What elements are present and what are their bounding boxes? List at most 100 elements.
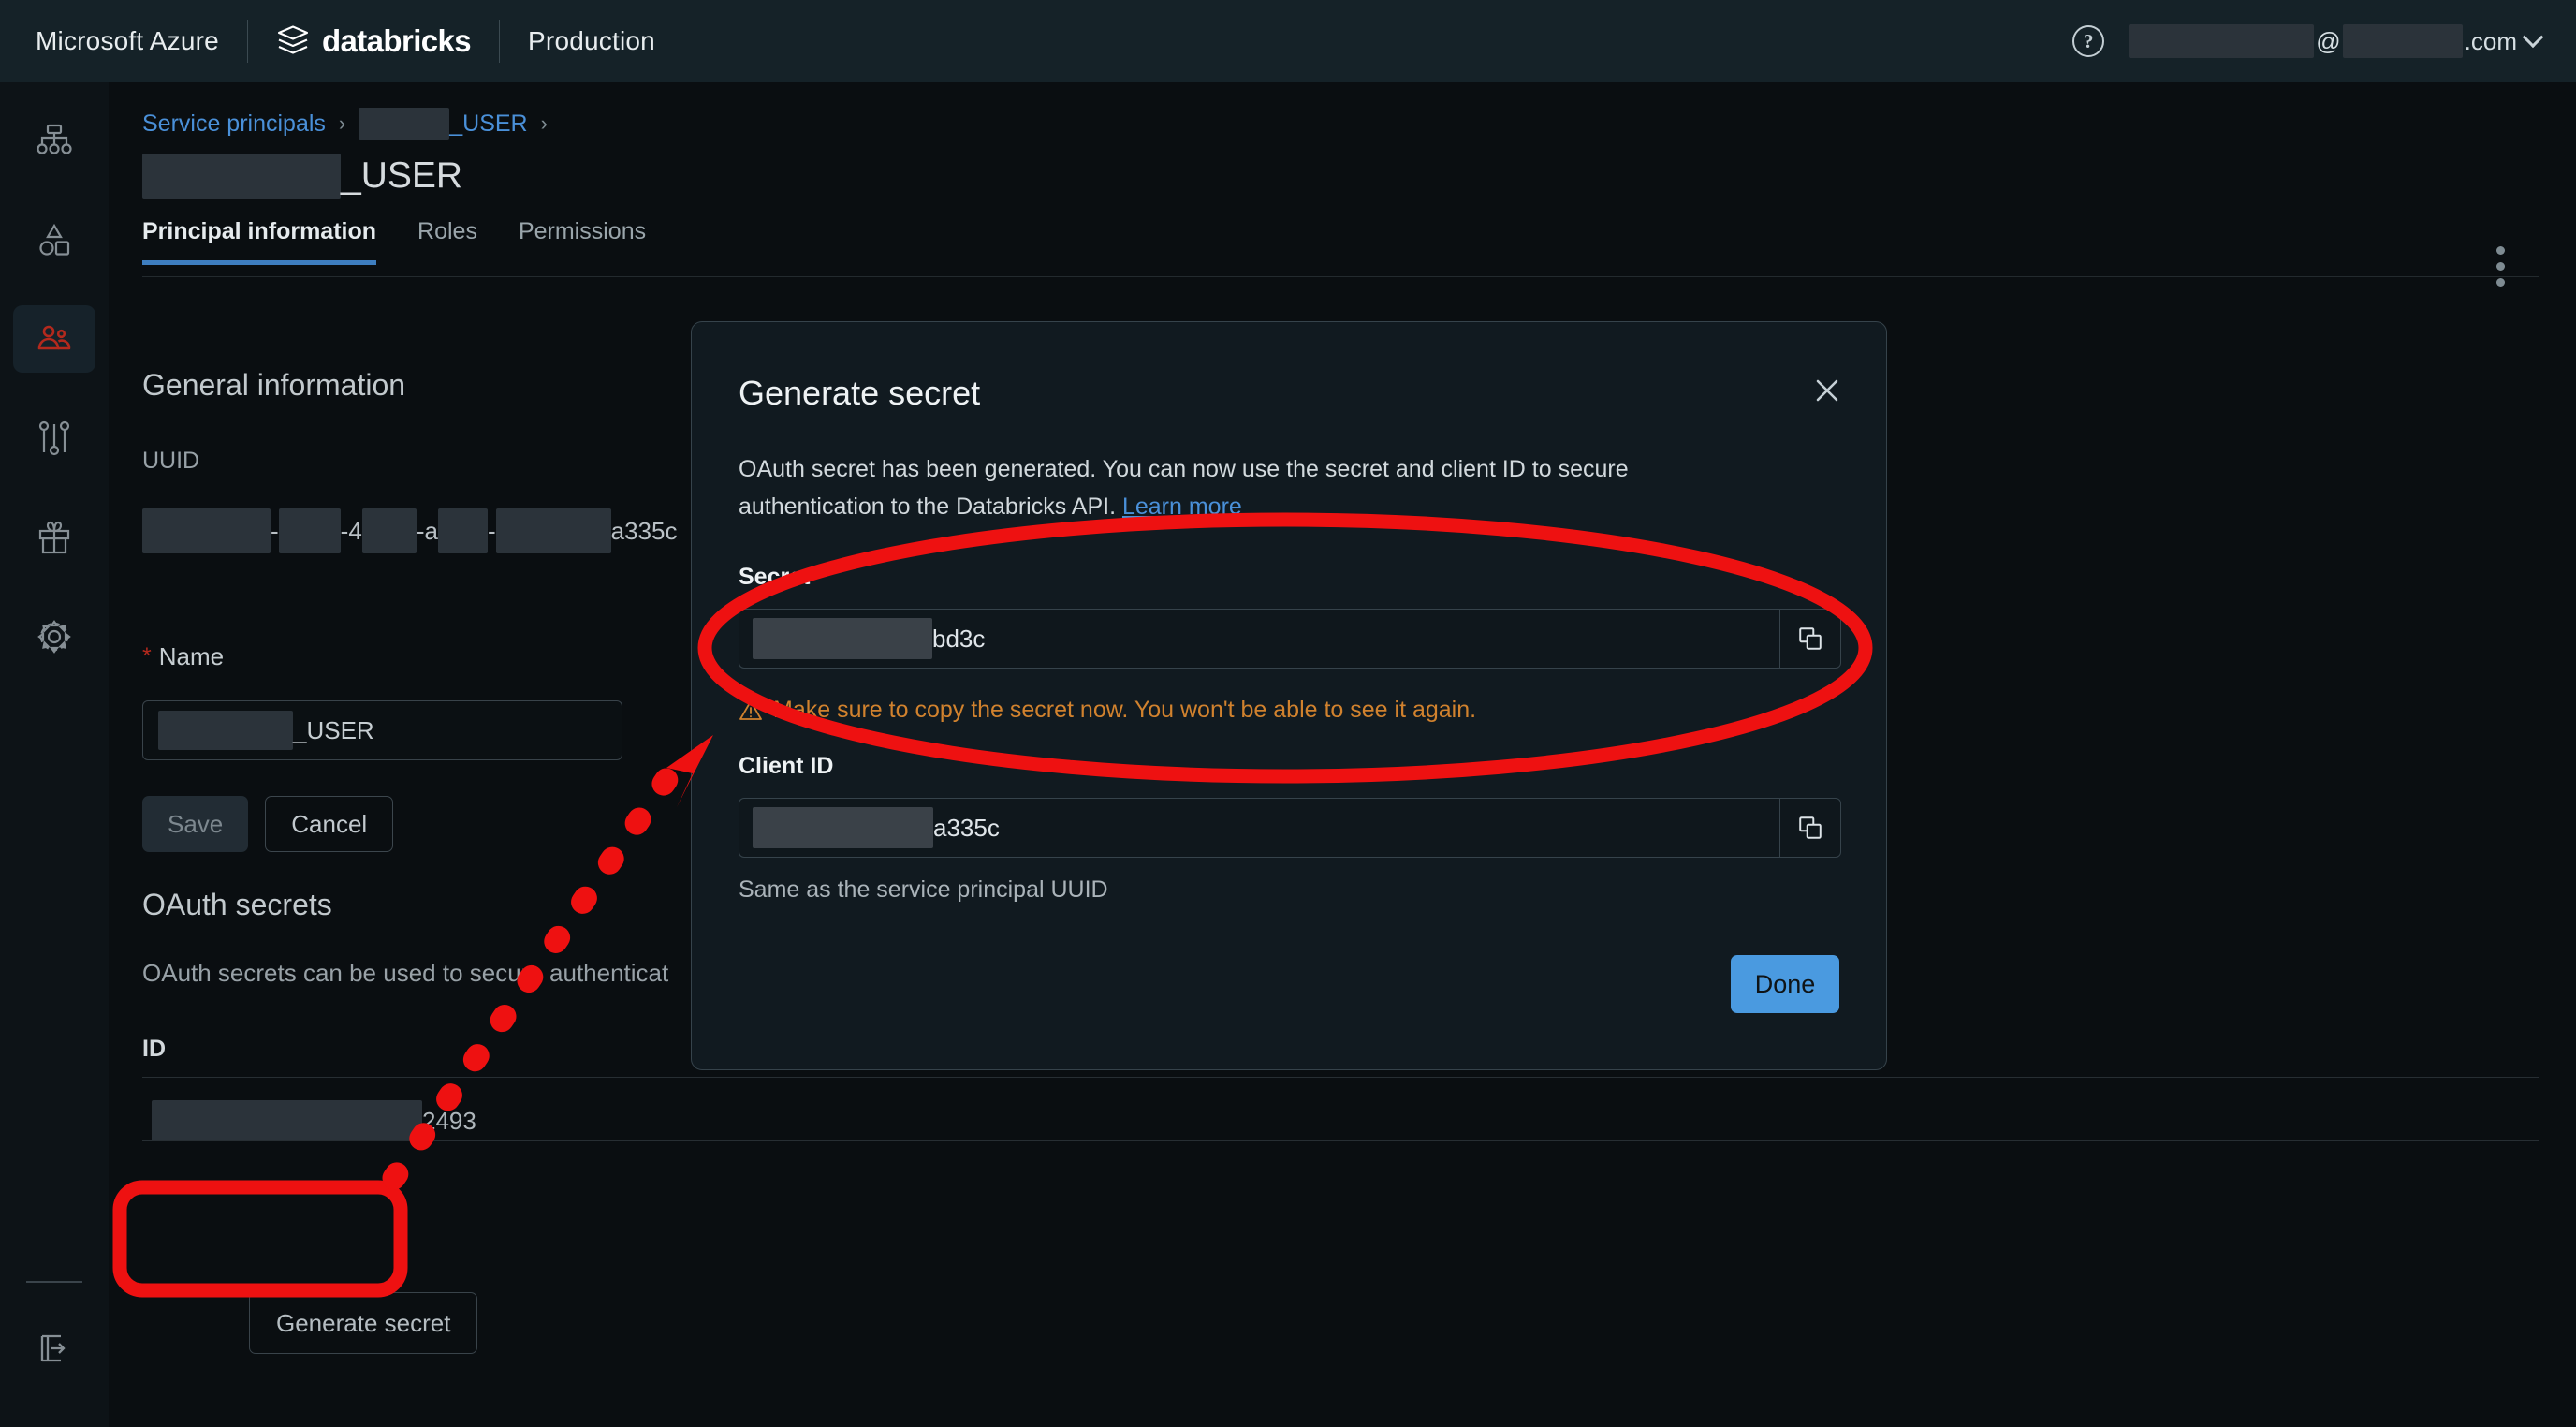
tab-roles[interactable]: Roles [417, 218, 477, 265]
breadcrumb-link-service-principals[interactable]: Service principals [142, 110, 326, 138]
uuid-label: UUID [142, 448, 200, 474]
secret-id-tail: 2493 [422, 1106, 476, 1135]
warning-triangle-icon [739, 699, 762, 720]
copy-secret-button[interactable] [1779, 609, 1841, 669]
required-asterisk: * [142, 643, 152, 669]
topbar-divider-2 [499, 20, 501, 63]
page-title-suffix: _USER [341, 155, 463, 196]
sidebar-item-rewards[interactable] [13, 504, 95, 571]
uuid-tail: a335c [610, 516, 678, 545]
table-column-header-id: ID [142, 1036, 166, 1062]
client-id-input[interactable]: a335c [739, 798, 1779, 858]
redaction-bar [753, 618, 932, 659]
uuid-fragment-a: 4 [348, 516, 362, 545]
databricks-wordmark: databricks [321, 23, 472, 58]
sidebar-item-identity[interactable] [13, 305, 95, 373]
sign-out-icon [40, 1334, 66, 1362]
breadcrumb-separator: › [540, 111, 548, 135]
redaction-bar [361, 508, 417, 553]
client-id-field-group: a335c [739, 798, 1841, 858]
form-button-row: Save Cancel [142, 796, 394, 852]
name-input[interactable]: _USER [142, 700, 622, 760]
redaction-bar [152, 1100, 422, 1141]
close-icon[interactable] [1808, 371, 1847, 410]
sidebar-item-workflows[interactable] [13, 107, 95, 174]
sidebar-item-compute-settings[interactable] [13, 405, 95, 472]
cloud-provider-label: Microsoft Azure [36, 26, 219, 55]
sidebar-item-catalog[interactable] [13, 206, 95, 273]
tab-principal-information[interactable]: Principal information [142, 218, 377, 265]
uuid-fragment-b: a [424, 516, 438, 545]
sidebar-item-settings[interactable] [13, 603, 95, 670]
account-email: @ .com [2129, 24, 2517, 58]
redaction-bar [753, 807, 933, 848]
databricks-mark-icon [277, 25, 309, 54]
breadcrumb-principal-suffix: _USER [449, 110, 528, 137]
dialog-title: Generate secret [739, 374, 981, 412]
secret-input[interactable]: bd3c [739, 609, 1779, 669]
email-at-symbol: @ [2316, 26, 2341, 55]
workflow-network-icon [37, 124, 72, 154]
client-id-hint: Same as the service principal UUID [739, 876, 1108, 903]
shapes-catalog-icon [39, 223, 70, 256]
databricks-logo[interactable]: databricks [276, 23, 472, 59]
uuid-dash: - [271, 516, 279, 545]
dialog-description: OAuth secret has been generated. You can… [739, 450, 1703, 525]
redaction-bar [437, 508, 488, 553]
cancel-button[interactable]: Cancel [265, 796, 394, 852]
top-navigation-bar: Microsoft Azure databricks Production ? [0, 0, 2576, 82]
tab-permissions[interactable]: Permissions [519, 218, 646, 265]
client-id-label: Client ID [739, 753, 834, 779]
done-button[interactable]: Done [1731, 955, 1839, 1013]
uuid-dash: - [340, 516, 349, 545]
tab-bar: Principal information Roles Permissions [142, 218, 646, 265]
secret-value-tail: bd3c [932, 624, 986, 653]
gear-icon [37, 620, 71, 654]
sidebar-bottom-group [0, 1281, 109, 1427]
sidebar-item-signout[interactable] [13, 1315, 95, 1382]
secret-field-group: bd3c [739, 609, 1841, 669]
workspace-name-label: Production [528, 26, 655, 55]
left-sidebar-rail [0, 82, 109, 1427]
redaction-bar [495, 508, 611, 553]
redaction-bar [278, 508, 341, 553]
email-domain-suffix: .com [2464, 26, 2517, 55]
uuid-dash: - [416, 516, 425, 545]
redaction-bar [359, 108, 450, 140]
secret-label: Secret [739, 564, 811, 590]
redaction-bar [158, 711, 293, 750]
section-heading-general-information: General information [142, 368, 406, 402]
topbar-left-group: Microsoft Azure databricks Production [0, 0, 655, 82]
redaction-bar [2129, 24, 2315, 58]
chevron-down-icon [2522, 26, 2544, 49]
question-mark-circle-icon[interactable]: ? [2072, 25, 2105, 57]
table-header-rule [142, 1077, 2539, 1078]
name-input-suffix: _USER [293, 715, 374, 744]
sidebar-divider [26, 1281, 82, 1283]
page-title: _USER [142, 154, 462, 199]
learn-more-link[interactable]: Learn more [1122, 493, 1242, 520]
breadcrumb: Service principals › _USER › [142, 108, 548, 140]
people-identity-icon [37, 325, 71, 350]
name-label-text: Name [158, 642, 225, 670]
oauth-description: OAuth secrets can be used to secure auth… [142, 959, 669, 987]
close-x-glyph [1816, 379, 1838, 402]
redaction-bar [142, 154, 341, 199]
save-button[interactable]: Save [142, 796, 249, 852]
table-row-rule [142, 1140, 2539, 1141]
tab-bar-rule [142, 276, 2539, 277]
breadcrumb-link-principal[interactable]: _USER [359, 108, 528, 140]
app-root: Microsoft Azure databricks Production ? [0, 0, 2576, 1427]
redaction-bar [2342, 24, 2463, 58]
topbar-right-group: ? @ .com [2072, 0, 2576, 82]
name-field-label: * Name [142, 642, 224, 671]
generate-secret-dialog: Generate secret OAuth secret has been ge… [691, 321, 1887, 1070]
copy-client-id-button[interactable] [1779, 798, 1841, 858]
account-menu[interactable]: @ .com [2129, 24, 2544, 58]
secret-warning-text: Make sure to copy the secret now. You wo… [773, 697, 1477, 723]
table-row: 2493 [152, 1100, 476, 1141]
generate-secret-button[interactable]: Generate secret [249, 1292, 478, 1354]
topbar-divider-1 [246, 20, 248, 63]
more-options-icon[interactable] [2496, 246, 2505, 287]
uuid-dash: - [487, 516, 496, 545]
